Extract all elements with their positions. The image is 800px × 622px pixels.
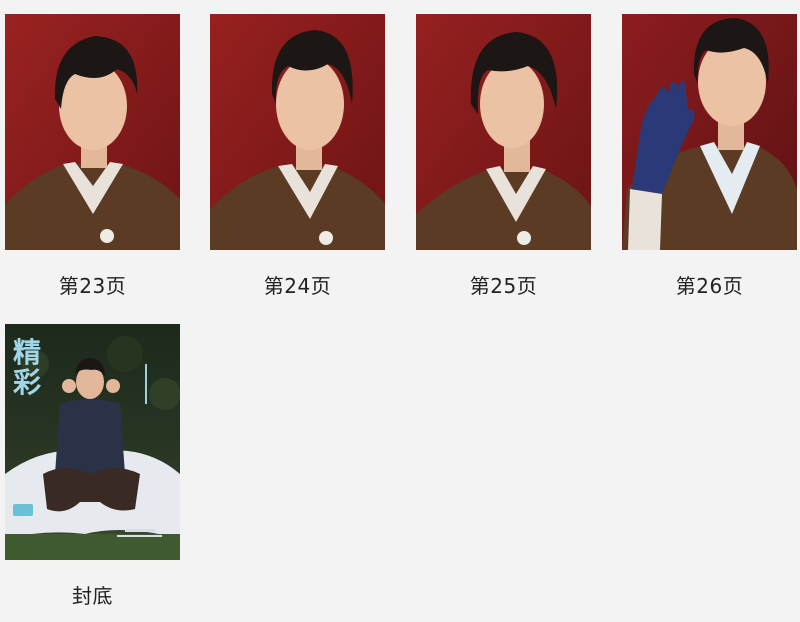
cover-title: 精 彩: [13, 338, 41, 398]
page-caption: 第24页: [263, 274, 332, 298]
page-caption: 第26页: [675, 274, 744, 298]
portrait-photo-thumbnail[interactable]: [210, 14, 385, 250]
page-caption: 第25页: [469, 274, 538, 298]
cover-title-line-2: 彩: [13, 366, 42, 399]
portrait-photo-icon: [416, 14, 591, 250]
portrait-photo-icon: [622, 14, 797, 250]
gallery-item-page-25[interactable]: 第25页: [416, 14, 591, 298]
magazine-cover-thumbnail[interactable]: 精 彩: [5, 324, 180, 560]
page-caption: 封底: [72, 584, 113, 608]
portrait-photo-icon: [5, 14, 180, 250]
portrait-photo-thumbnail[interactable]: [622, 14, 797, 250]
portrait-photo-icon: [210, 14, 385, 250]
portrait-photo-thumbnail[interactable]: [416, 14, 591, 250]
gallery-item-page-24[interactable]: 第24页: [210, 14, 385, 298]
gallery-item-back-cover[interactable]: 精 彩 封底: [5, 324, 180, 608]
gallery-item-page-23[interactable]: 第23页: [5, 14, 180, 298]
cover-title-line-1: 精: [13, 336, 42, 369]
photo-gallery: 第23页 第24页 第25页 第26页 精 彩 封底: [0, 0, 800, 622]
portrait-photo-thumbnail[interactable]: [5, 14, 180, 250]
page-caption: 第23页: [58, 274, 127, 298]
gallery-item-page-26[interactable]: 第26页: [622, 14, 797, 298]
